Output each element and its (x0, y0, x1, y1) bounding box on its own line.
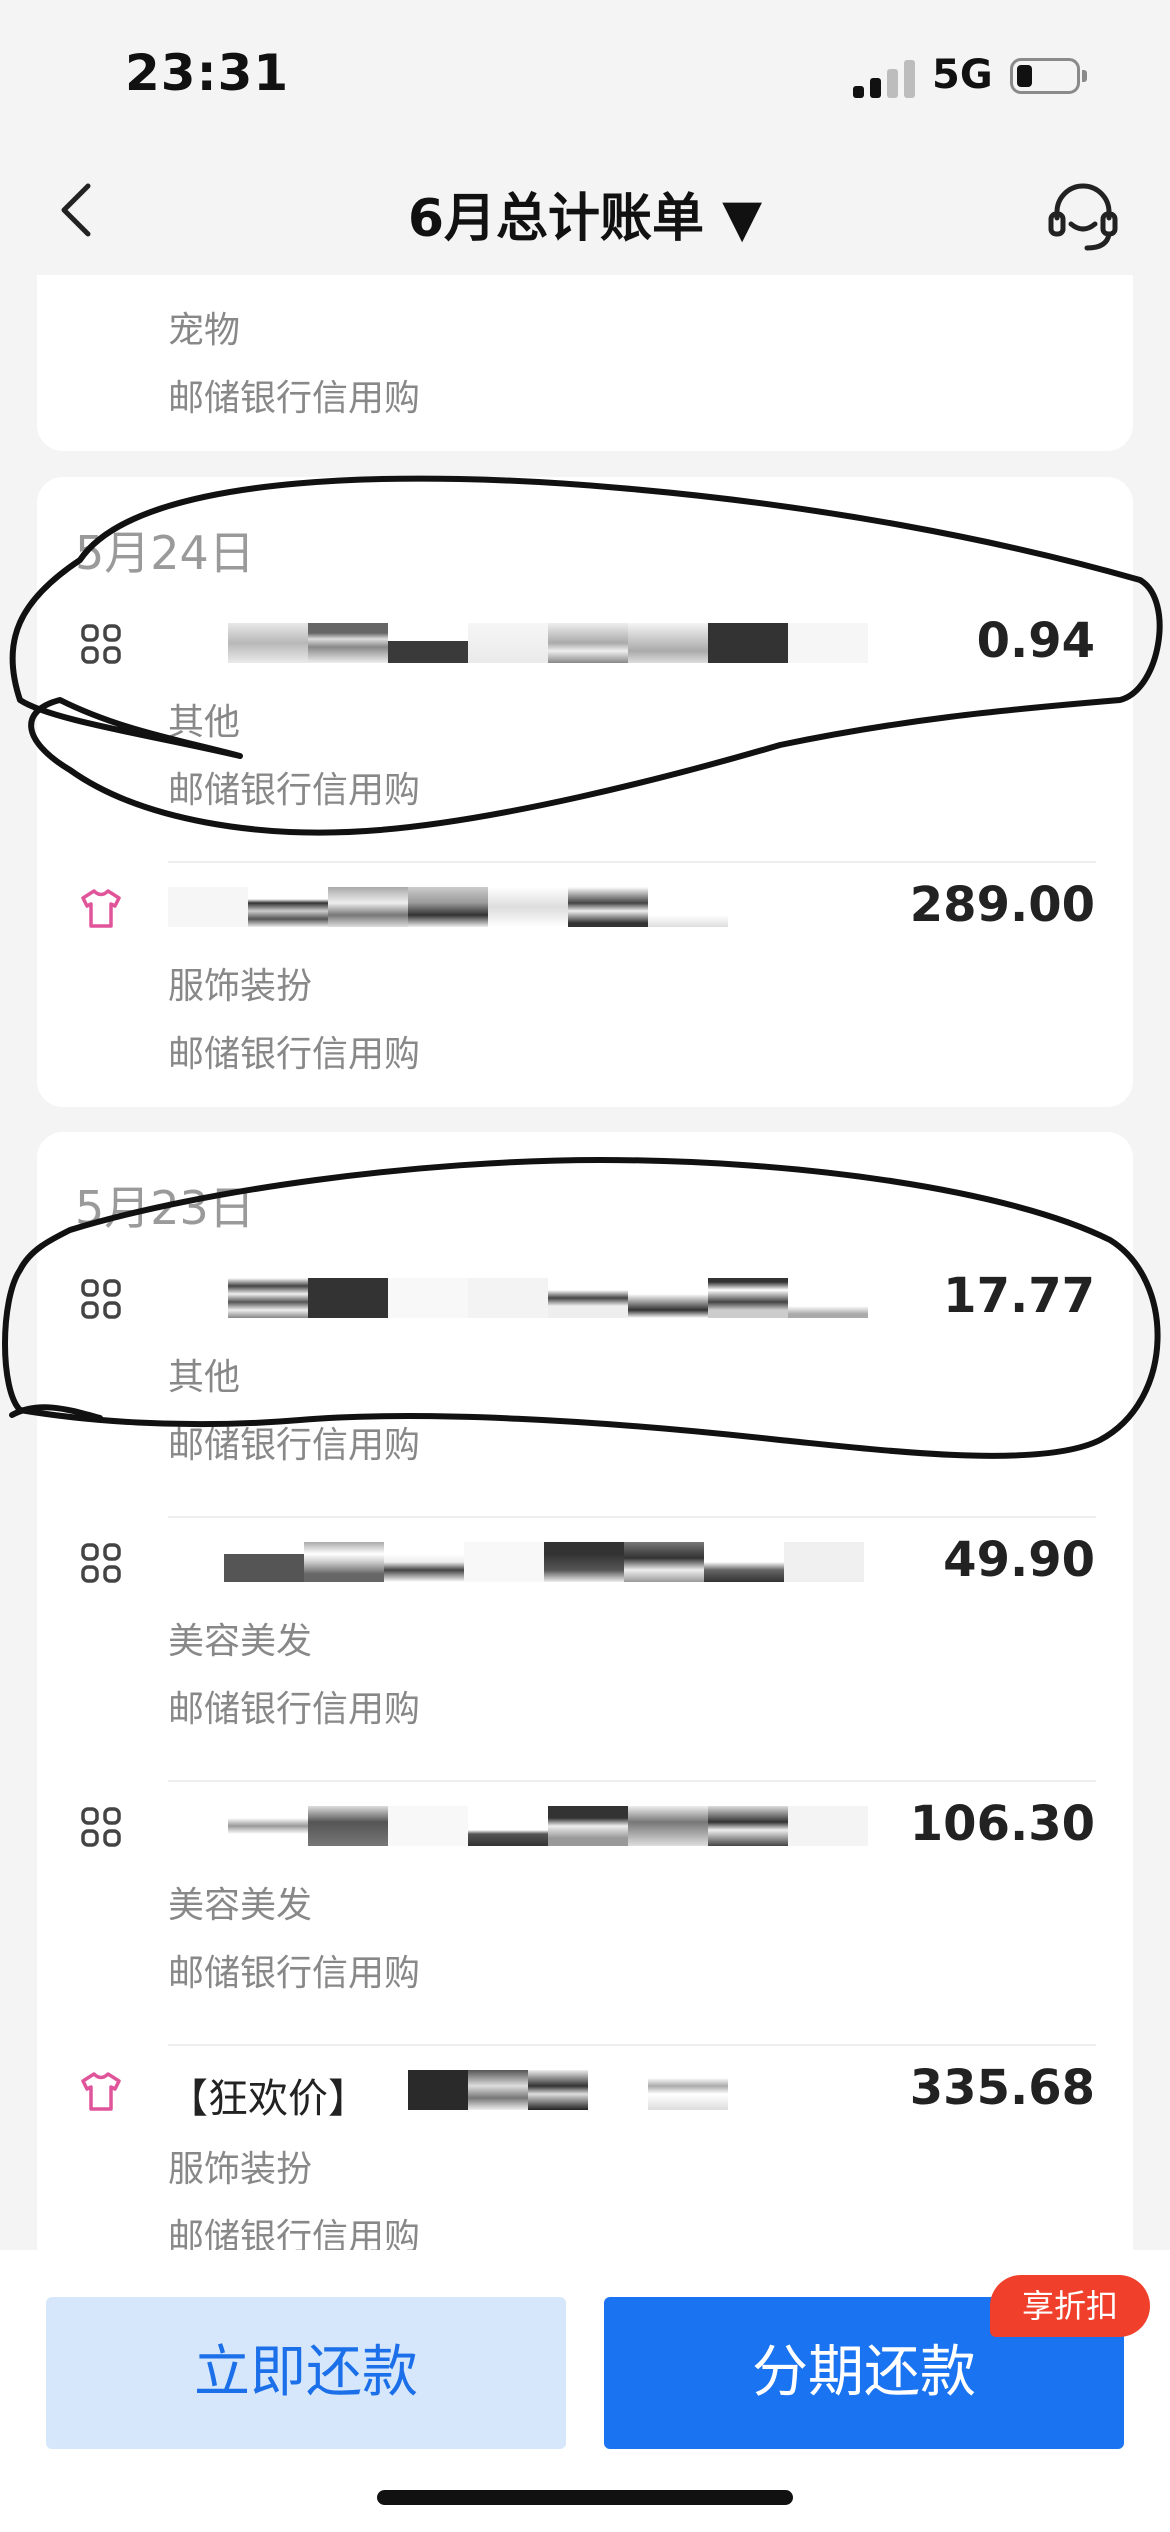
transaction-source: 邮储银行信用购 (168, 1034, 421, 1075)
transaction-amount: 0.94 (976, 613, 1095, 669)
transaction-source: 邮储银行信用购 (168, 1425, 421, 1466)
transaction-source: 邮储银行信用购 (168, 770, 421, 811)
transaction-card-partial[interactable]: 宠物 邮储银行信用购 (37, 275, 1133, 451)
transaction-category: 美容美发 (168, 1621, 313, 1662)
grid-icon (81, 1543, 121, 1583)
discount-badge: 享折扣 (990, 2275, 1151, 2337)
redacted-merchant-name (168, 609, 868, 679)
redacted-merchant-name (168, 1528, 868, 1598)
transaction-amount: 106.30 (909, 1796, 1095, 1852)
nav-bar: 6月总计账单 ▼ (0, 150, 1170, 275)
transaction-category: 其他 (168, 702, 241, 743)
transaction-category: 宠物 (168, 310, 241, 351)
price-tag-text: 【狂欢价】 (168, 2076, 368, 2122)
grid-icon (81, 1807, 121, 1847)
bill-list[interactable]: 宠物 邮储银行信用购 5月24日 0.94 其他 邮储银行信用购 289.00 … (0, 275, 1170, 2250)
transaction-amount: 49.90 (943, 1532, 1095, 1588)
transaction-row[interactable]: 17.77 其他 邮储银行信用购 (37, 1252, 1133, 1516)
transaction-row[interactable]: 0.94 其他 邮储银行信用购 (37, 597, 1133, 861)
transaction-category: 服饰装扮 (168, 2149, 313, 2190)
battery-icon (1010, 58, 1087, 94)
bottom-action-bar: 立即还款 分期还款 享折扣 (0, 2250, 1170, 2532)
transaction-row[interactable]: 49.90 美容美发 邮储银行信用购 (37, 1516, 1133, 1780)
clothing-icon (81, 889, 121, 928)
date-header: 5月23日 (75, 1181, 255, 1235)
pay-now-button[interactable]: 立即还款 (46, 2297, 566, 2449)
status-bar: 23:31 5G (0, 0, 1170, 150)
transaction-row[interactable]: 289.00 服饰装扮 邮储银行信用购 (37, 861, 1133, 1125)
redacted-merchant-name (168, 873, 868, 943)
transaction-amount: 289.00 (909, 877, 1095, 933)
customer-service-icon[interactable] (1043, 176, 1123, 256)
date-group-card: 5月23日 17.77 其他 邮储银行信用购 49.90 美容美发 邮储银行信用… (37, 1132, 1133, 2250)
transaction-source: 邮储银行信用购 (168, 378, 421, 419)
transaction-source: 邮储银行信用购 (168, 2217, 421, 2250)
date-group-card: 5月24日 0.94 其他 邮储银行信用购 289.00 服饰装扮 邮储银行信用… (37, 477, 1133, 1107)
date-header: 5月24日 (75, 526, 255, 580)
transaction-amount: 17.77 (943, 1268, 1095, 1324)
transaction-row[interactable]: 【狂欢价】 335.68 服饰装扮 邮储银行信用购 (37, 2044, 1133, 2250)
status-time: 23:31 (125, 44, 290, 102)
transaction-source: 邮储银行信用购 (168, 1953, 421, 1994)
transaction-amount: 335.68 (909, 2060, 1095, 2116)
transaction-category: 服饰装扮 (168, 966, 313, 1007)
transaction-category: 其他 (168, 1357, 241, 1398)
merchant-name: 【狂欢价】 (168, 2056, 868, 2126)
grid-icon (81, 1279, 121, 1319)
network-type: 5G (932, 52, 993, 98)
home-indicator[interactable] (377, 2490, 793, 2505)
redacted-merchant-name (168, 1264, 868, 1334)
signal-icon (853, 58, 917, 98)
transaction-row[interactable]: 106.30 美容美发 邮储银行信用购 (37, 1780, 1133, 2044)
transaction-source: 邮储银行信用购 (168, 1689, 421, 1730)
grid-icon (81, 624, 121, 664)
redacted-merchant-name (168, 1792, 868, 1862)
transaction-category: 美容美发 (168, 1885, 313, 1926)
clothing-icon (81, 2072, 121, 2111)
page-title[interactable]: 6月总计账单 ▼ (0, 176, 1170, 251)
